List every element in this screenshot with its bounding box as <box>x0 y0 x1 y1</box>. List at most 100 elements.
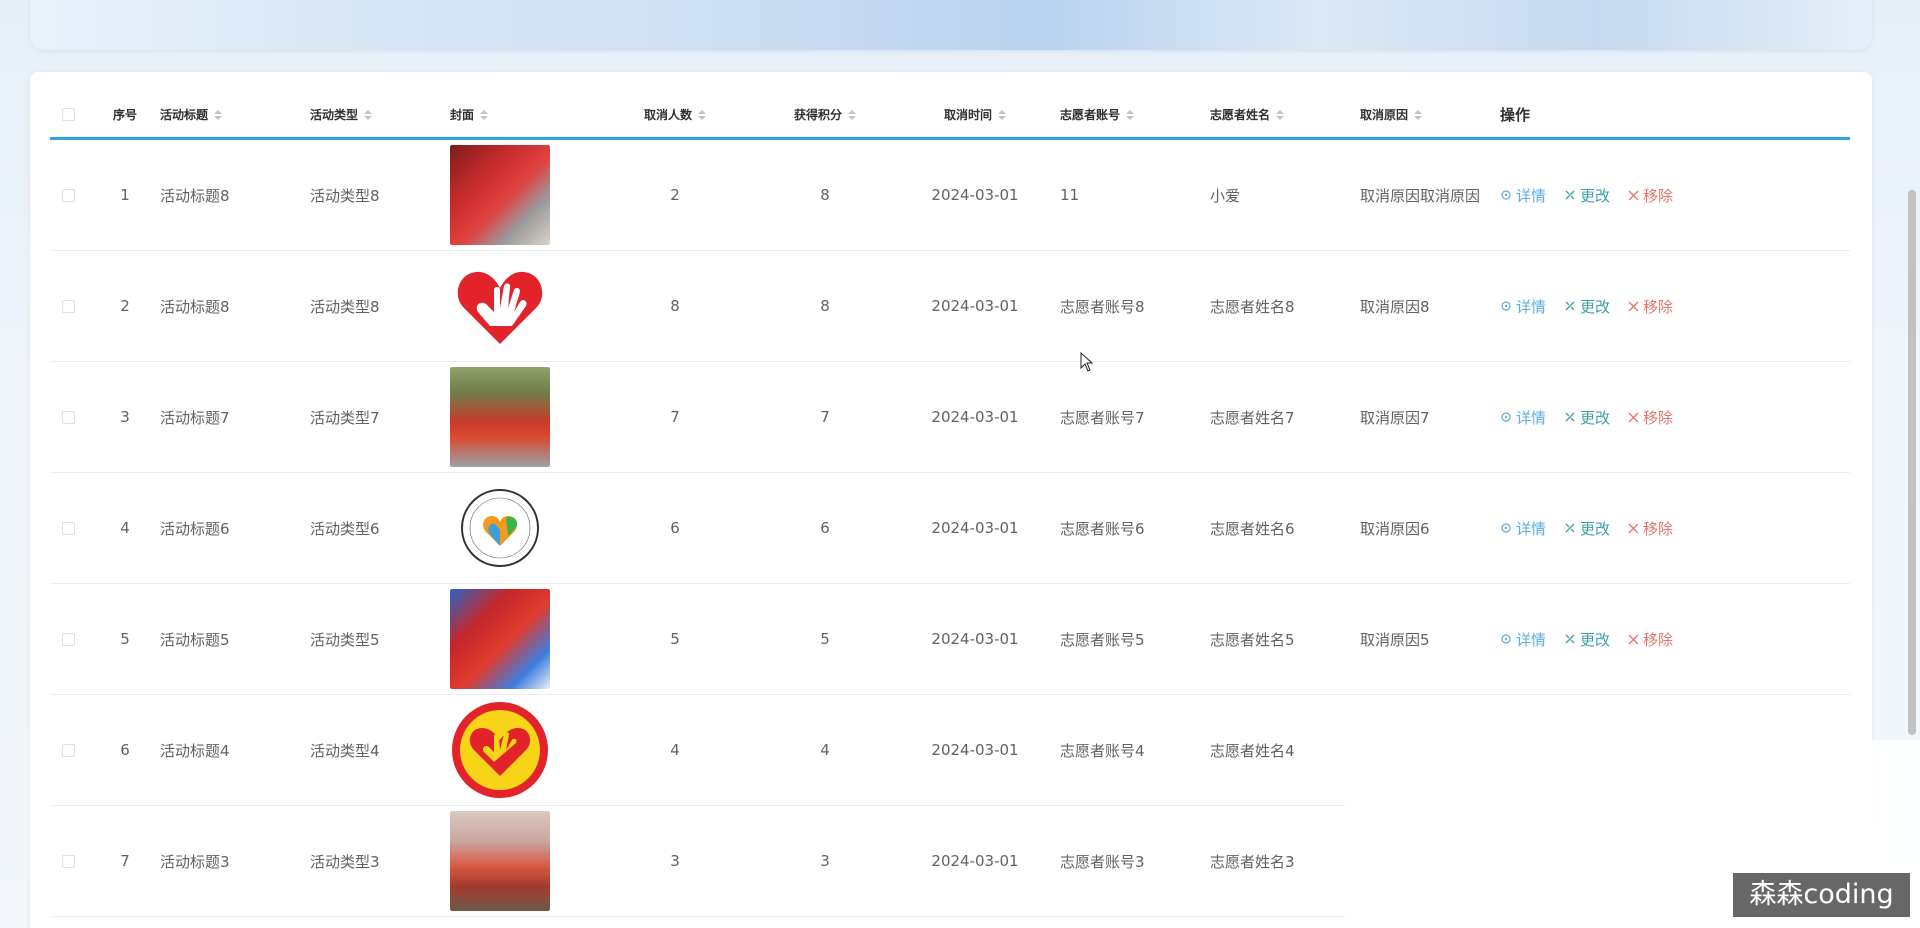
row-checkbox[interactable] <box>62 854 75 868</box>
sort-icon[interactable] <box>364 109 373 120</box>
detail-button[interactable]: 详情 <box>1500 185 1546 206</box>
cell-cancel-time: 2024-03-01 <box>931 630 1019 648</box>
select-all-checkbox[interactable] <box>62 108 75 121</box>
sort-icon[interactable] <box>1276 109 1285 120</box>
th-points[interactable]: 获得积分 <box>750 92 900 137</box>
cell-cancel-count: 3 <box>670 852 680 870</box>
cell-points: 5 <box>820 630 830 648</box>
cell-name: 志愿者姓名3 <box>1210 852 1295 871</box>
cell-cancel-count: 4 <box>670 741 680 759</box>
row-checkbox[interactable] <box>62 743 75 757</box>
delete-button[interactable]: 移除 <box>1628 296 1673 317</box>
table-row[interactable]: 3 活动标题7 活动类型7 7 7 2024-03-01 志愿者账号7 志愿者姓名7 取消原因7… <box>50 362 1850 473</box>
cell-points: 3 <box>820 852 830 870</box>
edit-label: 更改 <box>1580 408 1611 427</box>
delete-button[interactable]: 移除 <box>1628 518 1673 539</box>
cell-actions: 详情 更改 移除 <box>1500 518 1710 539</box>
delete-button[interactable]: 移除 <box>1628 629 1673 650</box>
cover-image[interactable] <box>450 700 550 800</box>
cover-image[interactable] <box>450 145 550 245</box>
sort-icon[interactable] <box>998 109 1006 120</box>
detail-label: 详情 <box>1516 297 1547 316</box>
th-reason[interactable]: 取消原因 <box>1350 92 1500 137</box>
th-label: 活动类型 <box>310 108 359 122</box>
close-icon <box>1628 301 1639 311</box>
cell-actions: 详情 更改 移除 <box>1500 185 1710 206</box>
table-row[interactable]: 2 活动标题8 活动类型8 8 8 2024-03-01 志愿者账号8 志愿者姓名8 取消原因8… <box>50 251 1850 362</box>
detail-icon <box>1501 190 1511 200</box>
cover-image[interactable] <box>450 589 550 689</box>
cell-points: 8 <box>820 297 830 315</box>
cell-name: 小爱 <box>1210 186 1241 205</box>
cover-image[interactable] <box>450 811 550 911</box>
cell-account: 志愿者账号4 <box>1060 741 1145 760</box>
vertical-scrollbar[interactable] <box>1908 190 1916 735</box>
th-label: 操作 <box>1500 106 1531 124</box>
delete-button[interactable]: 移除 <box>1628 407 1673 428</box>
cell-name: 志愿者姓名5 <box>1210 630 1295 649</box>
th-cover[interactable]: 封面 <box>450 92 600 137</box>
top-search-banner <box>30 0 1872 50</box>
th-cancel-time[interactable]: 取消时间 <box>900 92 1050 137</box>
sort-icon[interactable] <box>480 109 489 120</box>
detail-button[interactable]: 详情 <box>1500 407 1546 428</box>
detail-button[interactable]: 详情 <box>1500 296 1546 317</box>
th-name[interactable]: 志愿者姓名 <box>1200 92 1350 137</box>
cell-cancel-time: 2024-03-01 <box>931 519 1019 537</box>
cell-cancel-count: 8 <box>670 297 680 315</box>
row-checkbox-cell <box>50 410 100 424</box>
edit-button[interactable]: 更改 <box>1564 629 1610 650</box>
table-row[interactable]: 1 活动标题8 活动类型8 2 8 2024-03-01 11 小爱 取消原因取消原因 详情 更改 移… <box>50 140 1850 251</box>
cell-index: 1 <box>120 186 130 204</box>
close-icon <box>1628 523 1639 533</box>
th-label: 志愿者姓名 <box>1210 108 1271 122</box>
th-cancel-count[interactable]: 取消人数 <box>600 92 750 137</box>
sort-icon[interactable] <box>1126 109 1135 120</box>
sort-icon[interactable] <box>848 109 856 120</box>
th-title[interactable]: 活动标题 <box>150 92 300 137</box>
cell-cover <box>450 478 600 578</box>
delete-label: 移除 <box>1643 297 1674 316</box>
table-row[interactable]: 4 活动标题6 活动类型6 6 6 2024-03-01 志愿者账号6 志愿者姓名6 取消原因6… <box>50 473 1850 584</box>
cover-image[interactable] <box>450 478 550 578</box>
edit-button[interactable]: 更改 <box>1564 518 1610 539</box>
sort-icon[interactable] <box>214 109 223 120</box>
cover-image[interactable] <box>450 256 550 356</box>
cell-index: 4 <box>120 519 130 537</box>
cell-cover <box>450 700 600 800</box>
table-row[interactable]: 5 活动标题5 活动类型5 5 5 2024-03-01 志愿者账号5 志愿者姓名5 取消原因5… <box>50 584 1850 695</box>
sort-icon[interactable] <box>698 109 706 120</box>
cell-account: 11 <box>1060 186 1080 204</box>
cell-title: 活动标题5 <box>160 630 230 649</box>
edit-button[interactable]: 更改 <box>1564 407 1610 428</box>
delete-label: 移除 <box>1643 630 1674 649</box>
sort-icon[interactable] <box>1414 109 1423 120</box>
cell-account: 志愿者账号8 <box>1060 297 1145 316</box>
edit-button[interactable]: 更改 <box>1564 296 1610 317</box>
edit-button[interactable]: 更改 <box>1564 185 1610 206</box>
cell-actions: 详情 更改 移除 <box>1500 407 1710 428</box>
row-checkbox[interactable] <box>62 410 75 424</box>
cover-image[interactable] <box>450 367 550 467</box>
detail-button[interactable]: 详情 <box>1500 629 1546 650</box>
detail-label: 详情 <box>1516 186 1547 205</box>
row-checkbox-cell <box>50 854 100 868</box>
delete-button[interactable]: 移除 <box>1628 185 1673 206</box>
detail-button[interactable]: 详情 <box>1500 518 1546 539</box>
th-type[interactable]: 活动类型 <box>300 92 450 137</box>
cell-account: 志愿者账号7 <box>1060 408 1145 427</box>
row-checkbox[interactable] <box>62 299 75 313</box>
edit-icon <box>1565 412 1575 422</box>
row-checkbox[interactable] <box>62 521 75 535</box>
cell-reason: 取消原因8 <box>1360 297 1430 316</box>
close-icon <box>1628 634 1639 644</box>
delete-label: 移除 <box>1643 408 1674 427</box>
detail-icon <box>1501 301 1511 311</box>
cell-cancel-time: 2024-03-01 <box>931 741 1019 759</box>
th-account[interactable]: 志愿者账号 <box>1050 92 1200 137</box>
row-checkbox[interactable] <box>62 632 75 646</box>
cell-points: 4 <box>820 741 830 759</box>
row-checkbox[interactable] <box>62 188 75 202</box>
th-label: 获得积分 <box>793 108 842 122</box>
th-label: 取消人数 <box>643 108 692 122</box>
